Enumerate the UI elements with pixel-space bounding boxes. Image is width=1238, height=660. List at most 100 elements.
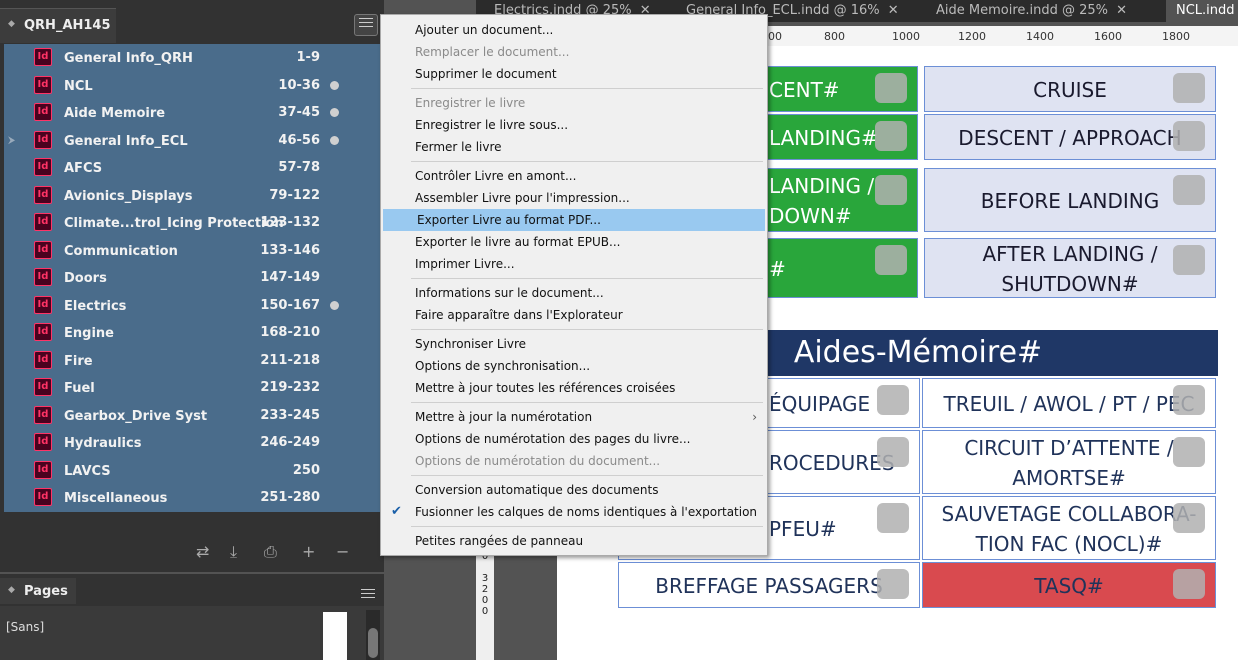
book-document-row[interactable]: Id Electrics 150-167 bbox=[4, 292, 380, 320]
menu-item[interactable]: Conversion automatique des documents bbox=[381, 479, 767, 501]
aide-memoire-cell: BREFFAGE PASSAGERS bbox=[618, 562, 920, 608]
document-page-range: 211-218 bbox=[260, 352, 320, 368]
scroll-thumb[interactable] bbox=[368, 628, 378, 658]
menu-item[interactable]: Assembler Livre pour l'impression... bbox=[381, 187, 767, 209]
menu-item[interactable]: Supprimer le document bbox=[381, 63, 767, 85]
aide-memoire-cell: TASQ# bbox=[922, 562, 1216, 608]
menu-item[interactable]: Exporter Livre au format PDF... bbox=[383, 209, 765, 231]
book-document-row[interactable]: Id Hydraulics 246-249 bbox=[4, 429, 380, 457]
hand-icon bbox=[1173, 385, 1205, 415]
document-name: Electrics bbox=[64, 298, 127, 314]
document-name: Communication bbox=[64, 243, 178, 259]
menu-item[interactable]: Options de synchronisation... bbox=[381, 355, 767, 377]
book-document-row[interactable]: Id Aide Memoire 37-45 bbox=[4, 99, 380, 127]
document-page-range: 168-210 bbox=[260, 325, 320, 340]
panel-menu-button[interactable] bbox=[354, 14, 378, 36]
plus-icon[interactable]: + bbox=[302, 542, 315, 561]
book-title: QRH_AH145 bbox=[24, 18, 111, 33]
book-document-row[interactable]: Id NCL 10-36 bbox=[4, 72, 380, 100]
menu-item[interactable]: Mettre à jour toutes les références croi… bbox=[381, 377, 767, 399]
checklist-cell: BEFORE LANDING bbox=[924, 168, 1216, 232]
master-none-label[interactable]: [Sans] bbox=[6, 620, 44, 634]
book-document-row[interactable]: Id Avionics_Displays 79-122 bbox=[4, 182, 380, 210]
book-document-row[interactable]: Id Fire 211-218 bbox=[4, 347, 380, 375]
menu-item[interactable]: Imprimer Livre... bbox=[381, 253, 767, 275]
document-name: General Info_QRH bbox=[64, 51, 193, 66]
book-document-row[interactable]: Id Gearbox_Drive Syst 233-245 bbox=[4, 402, 380, 430]
ruler-tick-label: 3 bbox=[481, 573, 489, 584]
menu-item[interactable]: Informations sur le document... bbox=[381, 282, 767, 304]
sync-icon[interactable]: ⇄ bbox=[196, 542, 209, 561]
pages-panel-tab[interactable]: ◆ Pages bbox=[0, 578, 76, 604]
indesign-doc-icon: Id bbox=[34, 158, 52, 176]
aide-memoire-cell: SAUVETAGE COLLABORA- TION FAC (NOCL)# bbox=[922, 496, 1216, 560]
indesign-doc-icon: Id bbox=[34, 323, 52, 341]
menu-item[interactable]: Fermer le livre bbox=[381, 136, 767, 158]
close-tab-icon[interactable]: ✕ bbox=[1112, 3, 1127, 18]
document-name: Avionics_Displays bbox=[64, 188, 193, 204]
document-page-range: 147-149 bbox=[260, 270, 320, 285]
book-document-row[interactable]: Id Climate...trol_Icing Protection 123-132 bbox=[4, 209, 380, 237]
menu-item[interactable]: ✔ Fusionner les calques de noms identique… bbox=[381, 501, 767, 523]
book-document-row[interactable]: Id Communication 133-146 bbox=[4, 237, 380, 265]
menu-item[interactable]: Faire apparaître dans l'Explorateur bbox=[381, 304, 767, 326]
print-icon[interactable]: ⎙ bbox=[264, 542, 277, 562]
document-tab[interactable]: Aide Memoire.indd @ 25% ✕ bbox=[936, 0, 1127, 22]
modified-status-icon bbox=[330, 80, 339, 90]
book-panel-tab[interactable]: ◆ QRH_AH145 bbox=[0, 8, 116, 43]
book-document-row[interactable]: Id Doors 147-149 bbox=[4, 264, 380, 292]
indesign-doc-icon: Id bbox=[34, 185, 52, 204]
book-document-row[interactable]: ⮞ Id General Info_ECL 46-56 bbox=[4, 127, 380, 155]
collapse-icon[interactable]: ◆ bbox=[8, 585, 15, 595]
menu-item[interactable]: Mettre à jour la numérotation › bbox=[381, 406, 767, 428]
menu-item-label: Synchroniser Livre bbox=[415, 337, 527, 351]
modified-status-icon bbox=[330, 300, 339, 310]
book-document-row[interactable]: Id AFCS 57-78 bbox=[4, 154, 380, 182]
aide-memoire-cell: TREUIL / AWOL / PT / PEC bbox=[922, 378, 1216, 428]
menu-separator bbox=[411, 88, 763, 89]
menu-item[interactable]: Ajouter un document... bbox=[381, 19, 767, 41]
document-page-range: 219-232 bbox=[260, 380, 320, 395]
indesign-doc-icon: Id bbox=[34, 130, 52, 149]
menu-item-label: Petites rangées de panneau bbox=[415, 534, 584, 548]
cell-text: CIRCUIT D’ATTENTE / AMORTSE# bbox=[964, 436, 1174, 490]
menu-item[interactable]: Synchroniser Livre bbox=[381, 333, 767, 355]
menu-item[interactable]: Petites rangées de panneau bbox=[381, 530, 767, 552]
document-page-range: 1-9 bbox=[296, 50, 321, 65]
menu-item-label: Options de numérotation du document... bbox=[415, 454, 661, 468]
add-document-icon[interactable]: ⤓ bbox=[230, 542, 237, 562]
indesign-doc-icon: Id bbox=[34, 103, 52, 121]
menu-item[interactable]: Contrôler Livre en amont... bbox=[381, 165, 767, 187]
book-document-row[interactable]: Id LAVCS 250 bbox=[4, 457, 380, 485]
collapse-icon[interactable]: ◆ bbox=[8, 19, 15, 29]
menu-item[interactable]: Exporter le livre au format EPUB... bbox=[381, 231, 767, 253]
hand-icon bbox=[875, 175, 907, 205]
book-document-row[interactable]: Id General Info_QRH 1-9 bbox=[4, 44, 380, 72]
ruler-tick-label: 1400 bbox=[1026, 30, 1054, 43]
pages-scrollbar[interactable] bbox=[366, 610, 380, 660]
menu-item-label: Options de numérotation des pages du liv… bbox=[415, 432, 691, 446]
page-thumbnail[interactable] bbox=[323, 612, 347, 660]
menu-item[interactable]: Options de numérotation des pages du liv… bbox=[381, 428, 767, 450]
book-document-row[interactable]: Id Fuel 219-232 bbox=[4, 374, 380, 402]
minus-icon[interactable]: − bbox=[336, 542, 349, 561]
pages-body: [Sans] bbox=[0, 606, 384, 660]
cell-text: SAUVETAGE COLLABORA- TION FAC (NOCL)# bbox=[941, 502, 1197, 556]
pages-panel-menu-icon[interactable] bbox=[360, 586, 376, 600]
menu-item[interactable]: Enregistrer le livre sous... bbox=[381, 114, 767, 136]
document-tab[interactable]: NCL.indd bbox=[1166, 0, 1238, 22]
close-tab-icon[interactable]: ✕ bbox=[884, 3, 899, 18]
ruler-tick-label: 00 bbox=[768, 30, 782, 43]
menu-separator bbox=[411, 526, 763, 527]
ruler-tick-label bbox=[476, 562, 494, 573]
book-document-row[interactable]: Id Miscellaneous 251-280 bbox=[4, 484, 380, 512]
menu-item-label: Mettre à jour la numérotation bbox=[415, 410, 593, 424]
hand-icon bbox=[1173, 569, 1205, 599]
hand-icon bbox=[875, 73, 907, 103]
book-document-row[interactable]: Id Engine 168-210 bbox=[4, 319, 380, 347]
indesign-doc-icon: Id bbox=[34, 295, 52, 314]
document-name: Fuel bbox=[64, 381, 95, 396]
ruler-tick-label: 2 bbox=[481, 584, 489, 595]
menu-item-label: Informations sur le document... bbox=[415, 286, 604, 300]
menu-item: Options de numérotation du document... bbox=[381, 450, 767, 472]
